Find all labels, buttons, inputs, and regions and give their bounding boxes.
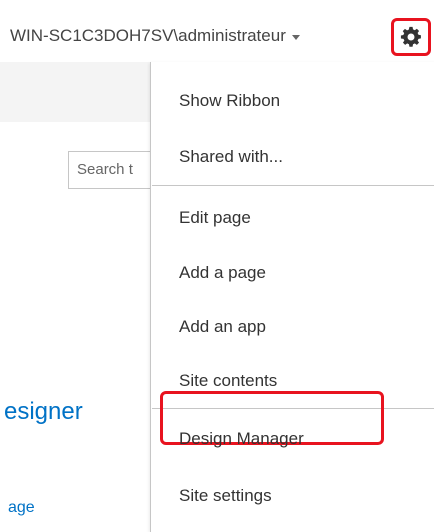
menu-item-edit-page[interactable]: Edit page xyxy=(179,208,251,228)
menu-item-add-a-page[interactable]: Add a page xyxy=(179,263,266,283)
user-menu[interactable]: WIN-SC1C3DOH7SV\administrateur xyxy=(10,26,300,46)
user-name: WIN-SC1C3DOH7SV\administrateur xyxy=(10,26,286,45)
menu-item-site-settings[interactable]: Site settings xyxy=(179,486,272,506)
settings-dropdown-menu: Show Ribbon Shared with... Edit page Add… xyxy=(150,62,434,532)
menu-item-add-an-app[interactable]: Add an app xyxy=(179,317,266,337)
settings-gear-button[interactable] xyxy=(391,18,431,56)
page-heading-partial: esigner xyxy=(4,398,83,425)
page-link-partial[interactable]: age xyxy=(8,499,35,517)
chevron-down-icon xyxy=(291,34,300,40)
menu-divider xyxy=(152,185,434,186)
search-placeholder: Search t xyxy=(77,161,133,178)
menu-item-show-ribbon[interactable]: Show Ribbon xyxy=(179,91,280,111)
menu-item-design-manager[interactable]: Design Manager xyxy=(179,429,304,449)
menu-item-shared-with[interactable]: Shared with... xyxy=(179,147,283,167)
menu-item-site-contents[interactable]: Site contents xyxy=(179,371,277,391)
gear-icon xyxy=(400,26,421,47)
